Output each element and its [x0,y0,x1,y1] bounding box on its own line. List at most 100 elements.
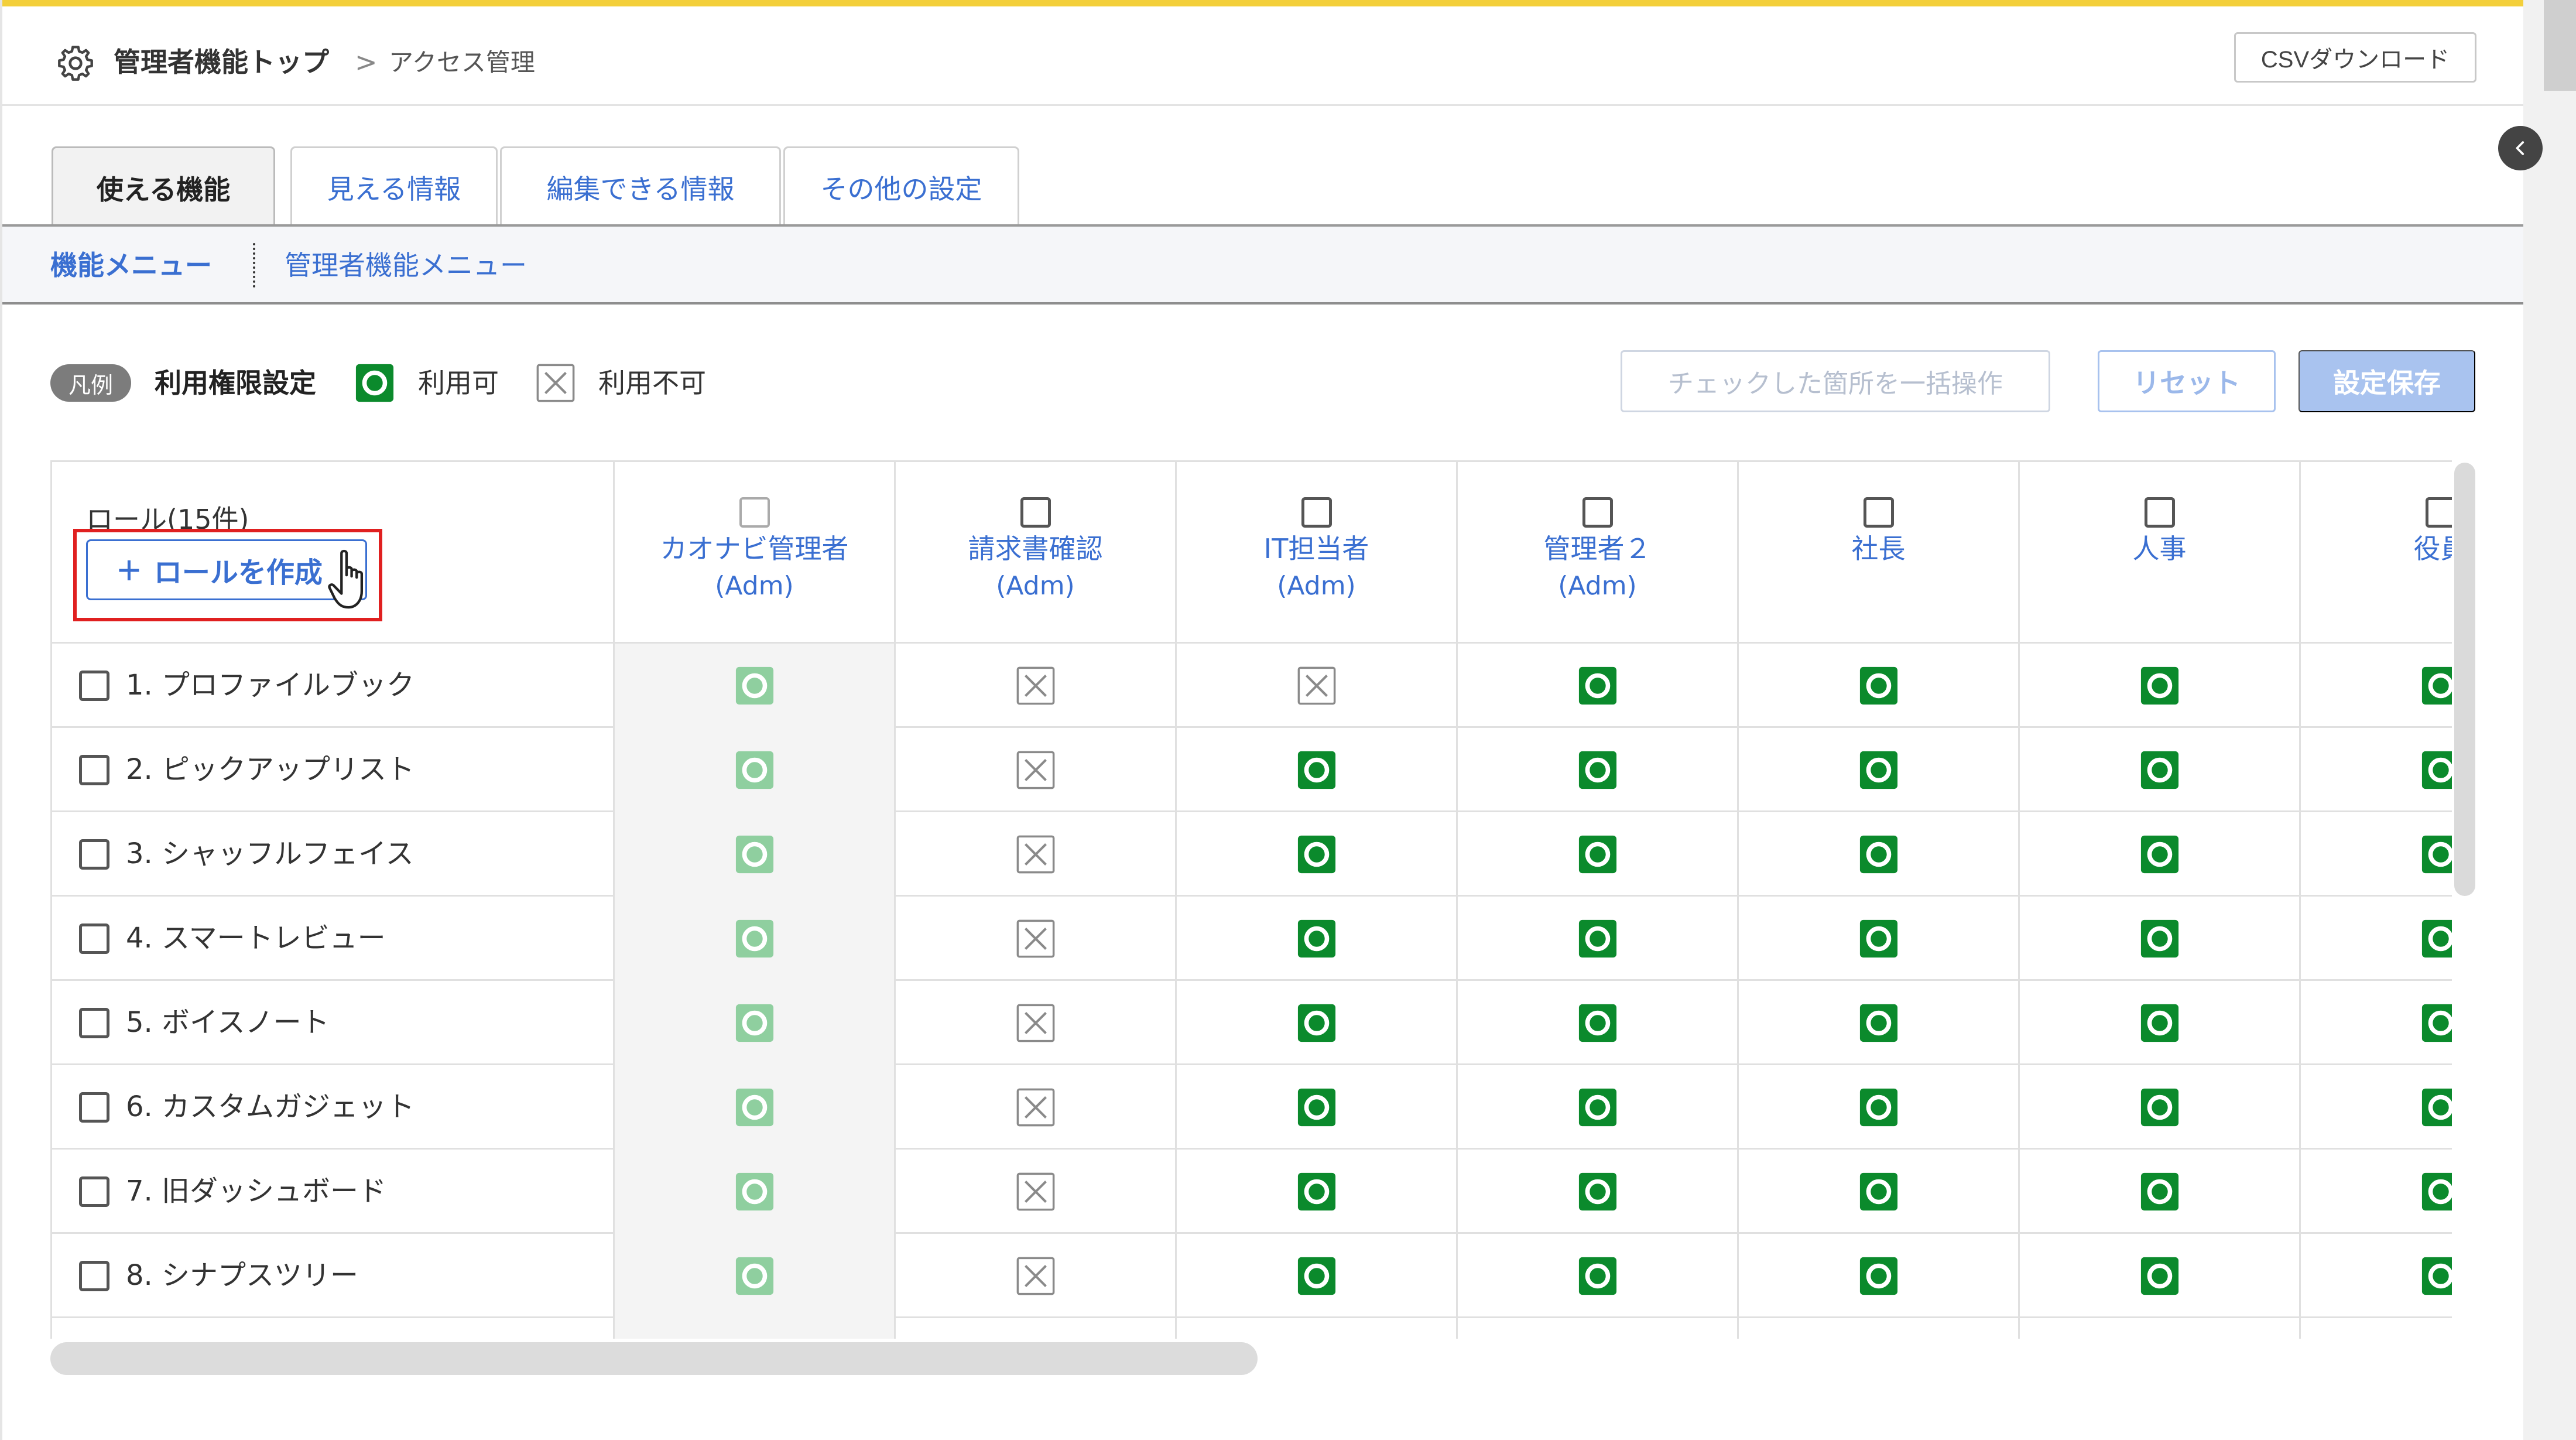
row-select-checkbox[interactable] [79,839,109,870]
permission-cell[interactable] [1456,1234,1737,1318]
permission-cell [613,812,894,897]
permission-cell[interactable] [1456,728,1737,812]
permission-cell[interactable] [894,1150,1175,1234]
row-select-checkbox[interactable] [79,1261,109,1291]
permission-cell[interactable] [1737,1150,2018,1234]
gear-icon [58,46,93,81]
permission-cell[interactable] [2018,644,2299,728]
column-role-type: (Adm) [1558,571,1637,601]
row-select-checkbox[interactable] [79,923,109,954]
tab-usable-features[interactable]: 使える機能 [52,146,275,228]
permission-cell[interactable] [1737,728,2018,812]
subnav-feature-menu[interactable]: 機能メニュー [50,247,212,284]
permission-cell[interactable] [1737,897,2018,981]
column-header-role: 管理者２ (Adm) [1456,462,1737,644]
permission-cell[interactable] [1175,728,1456,812]
collapse-panel-button[interactable] [2498,126,2543,170]
permission-ok-icon [2140,751,2178,789]
column-select-checkbox[interactable] [1582,497,1613,528]
column-select-checkbox[interactable] [2144,497,2175,528]
row-select-checkbox[interactable] [79,671,109,701]
column-role-name[interactable]: 社長 [1739,530,2018,567]
permission-cell[interactable] [1456,1065,1737,1150]
permission-cell[interactable] [1737,1065,2018,1150]
table-row: 2. ピックアップリスト [52,728,2452,812]
permission-ng-icon [1016,1088,1054,1127]
permission-cell[interactable] [1175,897,1456,981]
permission-cell[interactable] [1456,812,1737,897]
table-horizontal-scrollbar[interactable] [50,1342,1258,1375]
column-role-name[interactable]: 役員 [2301,530,2452,567]
row-select-checkbox[interactable] [79,1092,109,1123]
column-role-name[interactable]: 人事 [2020,530,2299,567]
permission-cell[interactable] [894,981,1175,1065]
reset-button[interactable]: リセット [2098,350,2276,412]
column-select-checkbox[interactable] [1863,497,1894,528]
row-select-checkbox[interactable] [79,1008,109,1038]
permission-cell[interactable] [2018,1150,2299,1234]
permission-cell[interactable] [2018,812,2299,897]
permission-cell[interactable] [894,897,1175,981]
permission-ok-icon [2140,1257,2178,1295]
column-role-name[interactable]: IT担当者 [1177,530,1456,567]
page-scrollbar[interactable] [2544,0,2576,91]
permission-cell[interactable] [1175,981,1456,1065]
column-role-name[interactable]: カオナビ管理者 [615,530,894,567]
permission-cell[interactable] [2299,897,2452,981]
permission-cell[interactable] [1456,644,1737,728]
row-select-checkbox[interactable] [79,1176,109,1207]
row-select-checkbox[interactable] [79,755,109,785]
permission-cell[interactable] [894,1065,1175,1150]
permission-cell[interactable] [1175,644,1456,728]
tab-other-settings[interactable]: その他の設定 [783,146,1019,226]
permission-cell[interactable] [894,812,1175,897]
permission-cell[interactable] [894,1234,1175,1318]
tab-visible-info[interactable]: 見える情報 [290,146,498,226]
permission-cell[interactable] [2299,1150,2452,1234]
legend-ok-label: 利用可 [418,367,499,399]
permission-cell[interactable] [2018,1234,2299,1318]
permission-cell[interactable] [1175,812,1456,897]
permission-cell[interactable] [1456,981,1737,1065]
permission-cell[interactable] [894,644,1175,728]
permission-cell[interactable] [2299,812,2452,897]
column-select-checkbox[interactable] [1020,497,1051,528]
table-vertical-scrollbar[interactable] [2454,463,2475,896]
permission-cell[interactable] [1737,644,2018,728]
column-select-checkbox[interactable] [1301,497,1332,528]
column-role-name[interactable]: 管理者２ [1458,530,1737,567]
csv-download-button[interactable]: CSVダウンロード [2234,32,2476,83]
permission-cell[interactable] [1456,1150,1737,1234]
permission-cell[interactable] [1456,897,1737,981]
subnav-admin-feature-menu[interactable]: 管理者機能メニュー [285,247,527,284]
column-select-checkbox[interactable] [739,497,770,528]
permission-cell[interactable] [2018,981,2299,1065]
permission-cell[interactable] [2018,1065,2299,1150]
breadcrumb-admin-top[interactable]: 管理者機能トップ [114,43,329,81]
tab-editable-info[interactable]: 編集できる情報 [500,146,781,226]
column-select-checkbox[interactable] [2425,497,2452,528]
permission-cell[interactable] [1175,1065,1456,1150]
permission-cell[interactable] [2018,897,2299,981]
permission-cell[interactable] [2299,644,2452,728]
save-settings-button[interactable]: 設定保存 [2298,350,2475,412]
create-role-button[interactable]: + ロールを作成 [86,539,367,600]
permission-cell[interactable] [2299,1065,2452,1150]
permission-cell[interactable] [894,728,1175,812]
permission-ok-icon [2140,835,2178,874]
permission-cell[interactable] [2299,728,2452,812]
permission-cell[interactable] [1737,981,2018,1065]
bulk-operation-button[interactable]: チェックした箇所を一括操作 [1621,350,2050,412]
permission-cell[interactable] [2018,728,2299,812]
column-role-type: (Adm) [1277,571,1356,601]
column-role-name[interactable]: 請求書確認 [896,530,1175,567]
permission-cell[interactable] [1737,812,2018,897]
permission-cell[interactable] [1175,1234,1456,1318]
permission-cell[interactable] [1175,1150,1456,1234]
create-role-label: ロールを作成 [153,557,323,589]
permission-cell [613,897,894,981]
permission-cell[interactable] [1737,1234,2018,1318]
permission-cell[interactable] [2299,1234,2452,1318]
permission-ok-icon [2140,1004,2178,1042]
permission-cell[interactable] [2299,981,2452,1065]
